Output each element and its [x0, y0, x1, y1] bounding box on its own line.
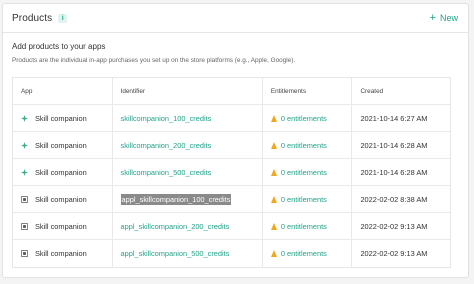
identifier-cell: appl_skillcompanion_100_credits	[111, 186, 262, 212]
column-header-created[interactable]: Created	[351, 78, 450, 104]
warning-icon	[270, 168, 277, 176]
card-header: Products i + New	[3, 4, 468, 33]
info-icon[interactable]: i	[58, 13, 68, 23]
app-store-icon	[21, 222, 28, 230]
identifier-cell: appl_skillcompanion_500_credits	[111, 240, 262, 267]
entitlements-cell: 0 entitlements	[261, 159, 352, 185]
warning-icon	[270, 222, 277, 230]
created-cell: 2022-02-02 9:13 AM	[351, 213, 450, 239]
created-date: 2022-02-02 9:13 AM	[360, 249, 428, 258]
entitlements-link[interactable]: 0 entitlements	[281, 114, 327, 123]
app-cell: Skill companion	[13, 240, 112, 267]
app-name: Skill companion	[35, 221, 87, 231]
created-date: 2022-02-02 9:13 AM	[360, 221, 428, 231]
created-date: 2021-10-14 6:27 AM	[360, 113, 428, 123]
entitlements-cell: 0 entitlements	[261, 186, 352, 212]
section-title: Add products to your apps	[12, 42, 106, 51]
warning-icon	[270, 250, 277, 257]
app-store-icon	[21, 250, 28, 257]
app-name: Skill companion	[35, 194, 87, 204]
created-cell: 2021-10-14 6:28 AM	[351, 159, 450, 185]
entitlements-cell: 0 entitlements	[261, 213, 352, 239]
entitlements-link[interactable]: 0 entitlements	[281, 195, 327, 204]
column-header-identifier[interactable]: Identifier	[111, 78, 262, 104]
created-date: 2021-10-14 6:28 AM	[360, 167, 428, 177]
column-header-app[interactable]: App	[13, 78, 112, 104]
entitlements-link[interactable]: 0 entitlements	[281, 141, 327, 150]
app-store-icon	[21, 195, 28, 203]
table-row[interactable]: Skill companion appl_skillcompanion_500_c…	[13, 240, 450, 267]
app-cell: Skill companion	[13, 132, 112, 158]
app-cell: Skill companion	[13, 213, 112, 239]
product-identifier-link[interactable]: skillcompanion_100_credits	[121, 114, 212, 123]
created-date: 2022-02-02 8:38 AM	[360, 194, 428, 204]
table-row[interactable]: Skill companion skillcompanion_100_credit…	[13, 105, 450, 132]
app-name: Skill companion	[35, 167, 87, 177]
entitlements-link[interactable]: 0 entitlements	[281, 249, 327, 258]
column-header-entitlements[interactable]: Entitlements	[261, 78, 352, 104]
product-identifier-link[interactable]: skillcompanion_500_credits	[121, 168, 212, 177]
product-identifier-link[interactable]: appl_skillcompanion_100_credits	[120, 193, 232, 205]
entitlements-cell: 0 entitlements	[261, 240, 352, 267]
play-store-icon	[21, 114, 28, 122]
section-subtitle: Products are the individual in-app purch…	[12, 57, 296, 64]
created-cell: 2021-10-14 6:27 AM	[351, 105, 450, 131]
app-cell: Skill companion	[13, 105, 112, 131]
identifier-cell: skillcompanion_100_credits	[111, 105, 262, 131]
created-cell: 2021-10-14 6:28 AM	[351, 132, 450, 158]
identifier-cell: appl_skillcompanion_200_credits	[111, 213, 262, 239]
app-cell: Skill companion	[13, 186, 112, 212]
identifier-cell: skillcompanion_500_credits	[111, 159, 262, 185]
entitlements-cell: 0 entitlements	[261, 132, 352, 158]
created-cell: 2022-02-02 9:13 AM	[351, 240, 450, 267]
app-name: Skill companion	[35, 140, 87, 150]
title-wrap: Products i	[12, 12, 68, 24]
table-row[interactable]: Skill companion appl_skillcompanion_200_c…	[13, 213, 450, 240]
app-name: Skill companion	[35, 113, 87, 123]
app-cell: Skill companion	[13, 159, 112, 185]
created-date: 2021-10-14 6:28 AM	[360, 140, 428, 150]
new-button-label: New	[439, 13, 458, 23]
created-cell: 2022-02-02 8:38 AM	[351, 186, 450, 212]
entitlements-link[interactable]: 0 entitlements	[281, 168, 327, 177]
plus-icon: +	[429, 11, 436, 24]
table-row[interactable]: Skill companion appl_skillcompanion_100_c…	[13, 186, 450, 213]
app-name: Skill companion	[35, 249, 87, 258]
table-row[interactable]: Skill companion skillcompanion_500_credit…	[13, 159, 450, 186]
table-row[interactable]: Skill companion skillcompanion_200_credit…	[13, 132, 450, 159]
entitlements-link[interactable]: 0 entitlements	[281, 222, 327, 231]
table-header-row: App Identifier Entitlements Created	[13, 78, 450, 105]
entitlements-cell: 0 entitlements	[261, 105, 352, 131]
product-identifier-link[interactable]: appl_skillcompanion_500_credits	[121, 249, 230, 258]
page-title: Products	[12, 12, 53, 24]
product-identifier-link[interactable]: appl_skillcompanion_200_credits	[121, 222, 230, 231]
warning-icon	[270, 114, 277, 122]
identifier-cell: skillcompanion_200_credits	[111, 132, 262, 158]
play-store-icon	[21, 168, 28, 176]
warning-icon	[270, 195, 277, 203]
product-identifier-link[interactable]: skillcompanion_200_credits	[121, 141, 212, 150]
new-product-button[interactable]: + New	[429, 11, 458, 24]
play-store-icon	[21, 141, 28, 149]
warning-icon	[270, 141, 277, 149]
products-table: App Identifier Entitlements Created Skil…	[12, 77, 451, 268]
